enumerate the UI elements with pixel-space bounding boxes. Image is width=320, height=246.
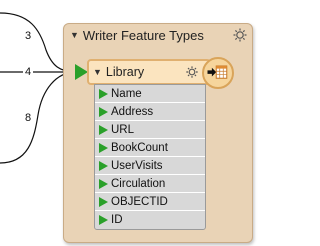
attribute-row[interactable]: UserVisits xyxy=(95,157,205,175)
connection-count-label: 4 xyxy=(23,66,34,78)
feature-type-node-library[interactable]: ▼ Library xyxy=(87,59,211,85)
attribute-name: OBJECTID xyxy=(111,195,168,208)
attribute-input-port-icon[interactable] xyxy=(99,143,108,153)
attribute-name: BookCount xyxy=(111,141,168,154)
attribute-input-port-icon[interactable] xyxy=(99,179,108,189)
panel-header[interactable]: ▼ Writer Feature Types xyxy=(64,24,252,46)
attribute-name: URL xyxy=(111,123,135,136)
attribute-row[interactable]: OBJECTID xyxy=(95,193,205,211)
connection-count-label: 3 xyxy=(23,30,34,42)
attribute-name: Address xyxy=(111,105,154,118)
attribute-input-port-icon[interactable] xyxy=(99,125,108,135)
collapse-caret-icon[interactable]: ▼ xyxy=(93,67,102,77)
connection-count-label: 8 xyxy=(23,112,34,124)
gear-icon[interactable] xyxy=(185,65,199,79)
attribute-row[interactable]: Address xyxy=(95,103,205,121)
table-writer-icon[interactable] xyxy=(202,57,234,89)
panel-title: Writer Feature Types xyxy=(82,27,204,43)
attribute-input-port-icon[interactable] xyxy=(99,89,108,99)
table-writer-icon xyxy=(207,65,228,79)
collapse-caret-icon[interactable]: ▼ xyxy=(70,30,79,40)
gear-icon[interactable] xyxy=(232,27,248,43)
attribute-input-port-icon[interactable] xyxy=(99,215,108,225)
attribute-name: UserVisits xyxy=(111,159,163,172)
attribute-row[interactable]: Circulation xyxy=(95,175,205,193)
attribute-input-port-icon[interactable] xyxy=(99,107,108,117)
attribute-row[interactable]: BookCount xyxy=(95,139,205,157)
attribute-name: ID xyxy=(111,214,123,226)
attribute-row[interactable]: URL xyxy=(95,121,205,139)
attribute-name: Name xyxy=(111,87,142,100)
attribute-input-port-icon[interactable] xyxy=(99,161,108,171)
attribute-list: Name Address URL BookCount UserVisits Ci… xyxy=(94,84,206,230)
attribute-name: Circulation xyxy=(111,177,166,190)
feature-type-name: Library xyxy=(105,65,145,79)
attribute-row[interactable]: Name xyxy=(95,85,205,103)
attribute-input-port-icon[interactable] xyxy=(99,197,108,207)
attribute-row[interactable]: ID xyxy=(95,211,205,229)
